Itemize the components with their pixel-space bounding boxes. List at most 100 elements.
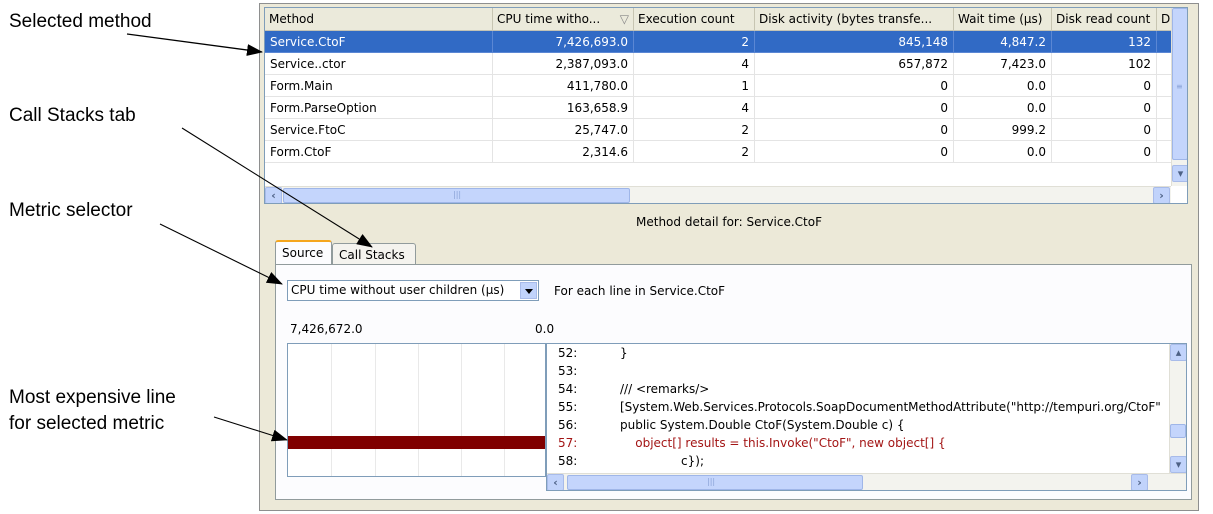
cell-cpu-time: 2,387,093.0 <box>493 53 634 75</box>
scale-max-label: 7,426,672.0 <box>290 322 363 336</box>
column-header-method[interactable]: Method <box>265 8 493 30</box>
code-line[interactable]: 57: object[] results = this.Invoke("CtoF… <box>547 434 1167 452</box>
grid-vertical-grip: ≡ <box>1176 82 1183 91</box>
table-row[interactable]: Form.ParseOption 163,658.9 4 0 0.0 0 <box>265 97 1177 120</box>
callout-most-expensive-line: Most expensive line <box>9 387 176 408</box>
source-code-view[interactable]: 52:} 53: 54: /// <remarks/> 55: [System.Web.S… <box>546 343 1187 491</box>
cell-wait-time: 999.2 <box>954 119 1052 141</box>
code-vertical-scrollbar[interactable]: ▴ ▾ <box>1169 344 1186 473</box>
table-row[interactable]: Service.FtoC 25,747.0 2 0 999.2 0 <box>265 119 1177 142</box>
cell-disk-read-count: 0 <box>1052 119 1157 141</box>
line-number: 52: <box>558 346 578 360</box>
grid-vertical-scrollbar[interactable]: ≡ ▾ <box>1171 8 1187 186</box>
metric-select-value: CPU time without user children (µs) <box>291 283 505 297</box>
cell-disk-activity: 657,872 <box>755 53 954 75</box>
callout-selected-method: Selected method <box>9 11 152 32</box>
dropdown-arrow-icon[interactable] <box>520 282 537 299</box>
bar-gridline <box>504 344 505 476</box>
line-number: 56: <box>558 418 578 432</box>
cell-method: Form.Main <box>265 75 493 97</box>
scroll-down-icon[interactable]: ▾ <box>1172 165 1187 182</box>
cell-cpu-time: 25,747.0 <box>493 119 634 141</box>
line-text: [System.Web.Services.Protocols.SoapDocum… <box>620 400 1161 414</box>
tab-call-stacks[interactable]: Call Stacks <box>332 243 416 265</box>
tab-source[interactable]: Source <box>275 240 332 265</box>
line-cost-bars <box>287 343 546 477</box>
cell-method: Service.CtoF <box>265 31 493 53</box>
cell-disk-read-count: 102 <box>1052 53 1157 75</box>
cell-cpu-time: 163,658.9 <box>493 97 634 119</box>
scroll-right-icon[interactable]: › <box>1153 187 1170 203</box>
cell-wait-time: 0.0 <box>954 141 1052 163</box>
column-header-disk-activity[interactable]: Disk activity (bytes transfe... <box>755 8 954 30</box>
table-row[interactable]: Service..ctor 2,387,093.0 4 657,872 7,423.0 1… <box>265 53 1177 76</box>
cell-cpu-time: 7,426,693.0 <box>493 31 634 53</box>
cell-disk-read-count: 0 <box>1052 141 1157 163</box>
cell-execution-count: 4 <box>634 97 755 119</box>
scroll-left-icon[interactable]: ‹ <box>265 187 282 203</box>
callout-metric-selector: Metric selector <box>9 200 133 221</box>
code-line[interactable]: 55: [System.Web.Services.Protocols.SoapDo… <box>547 398 1167 416</box>
column-header-cpu-time-label: CPU time witho... <box>497 12 601 26</box>
column-header-disk-read-count[interactable]: Disk read count <box>1052 8 1157 30</box>
grid-horizontal-grip: ||| <box>453 190 462 199</box>
code-horizontal-grip: ||| <box>707 477 716 486</box>
cell-execution-count: 4 <box>634 53 755 75</box>
grid-header: Method CPU time witho... ▽ Execution coun… <box>265 8 1177 31</box>
cell-method: Service..ctor <box>265 53 493 75</box>
column-header-execution-count[interactable]: Execution count <box>634 8 755 30</box>
cell-disk-activity: 0 <box>755 75 954 97</box>
code-vertical-thumb[interactable] <box>1170 424 1186 438</box>
cell-execution-count: 2 <box>634 31 755 53</box>
cell-cpu-time: 411,780.0 <box>493 75 634 97</box>
bar-gridline <box>331 344 332 476</box>
method-grid: Method CPU time witho... ▽ Execution coun… <box>264 7 1188 204</box>
column-header-wait-time[interactable]: Wait time (µs) <box>954 8 1052 30</box>
table-row[interactable]: Form.Main 411,780.0 1 0 0.0 0 <box>265 75 1177 98</box>
line-number: 57: <box>558 436 578 450</box>
line-text: } <box>620 346 628 360</box>
line-text: object[] results = this.Invoke("CtoF", n… <box>620 436 946 450</box>
line-number: 53: <box>558 364 578 378</box>
bar-gridline <box>375 344 376 476</box>
code-line[interactable]: 53: <box>547 362 1167 380</box>
cell-disk-read-count: 0 <box>1052 97 1157 119</box>
line-cost-bar <box>288 436 545 449</box>
cell-wait-time: 4,847.2 <box>954 31 1052 53</box>
for-each-line-label: For each line in Service.CtoF <box>554 284 726 298</box>
table-row[interactable]: Form.CtoF 2,314.6 2 0 0.0 0 <box>265 141 1177 164</box>
code-line[interactable]: 52:} <box>547 344 1167 362</box>
cell-execution-count: 2 <box>634 141 755 163</box>
code-horizontal-scrollbar[interactable]: ‹ ||| › <box>547 473 1186 490</box>
cell-disk-activity: 0 <box>755 119 954 141</box>
metric-select[interactable]: CPU time without user children (µs) <box>287 280 539 301</box>
code-line[interactable]: 58: c}); <box>547 452 1167 470</box>
line-text: public System.Double CtoF(System.Double … <box>620 418 905 432</box>
cell-cpu-time: 2,314.6 <box>493 141 634 163</box>
scroll-down-icon[interactable]: ▾ <box>1170 456 1186 473</box>
cell-disk-read-count: 132 <box>1052 31 1157 53</box>
code-line[interactable]: 56: public System.Double CtoF(System.Doub… <box>547 416 1167 434</box>
column-header-cpu-time[interactable]: CPU time witho... ▽ <box>493 8 634 30</box>
scroll-up-icon[interactable]: ▴ <box>1170 344 1186 361</box>
cell-execution-count: 1 <box>634 75 755 97</box>
arrow-selected-method <box>126 33 263 56</box>
line-text: /// <remarks/> <box>620 382 710 396</box>
cell-disk-activity: 845,148 <box>755 31 954 53</box>
grid-horizontal-scrollbar[interactable]: ‹ ||| › <box>265 186 1171 203</box>
code-line[interactable]: 54: /// <remarks/> <box>547 380 1167 398</box>
method-detail-title: Method detail for: Service.CtoF <box>636 215 822 229</box>
bar-gridline <box>418 344 419 476</box>
cell-disk-activity: 0 <box>755 97 954 119</box>
line-number: 55: <box>558 400 578 414</box>
cell-method: Form.CtoF <box>265 141 493 163</box>
scale-min-label: 0.0 <box>535 322 555 336</box>
table-row[interactable]: Service.CtoF 7,426,693.0 2 845,148 4,847.2 13… <box>265 31 1177 54</box>
line-text: c}); <box>620 454 704 468</box>
callout-for-selected-metric: for selected metric <box>9 413 165 434</box>
scroll-left-icon[interactable]: ‹ <box>547 474 564 490</box>
sort-descending-icon: ▽ <box>619 12 629 26</box>
line-number: 58: <box>558 454 578 468</box>
cell-method: Form.ParseOption <box>265 97 493 119</box>
scroll-right-icon[interactable]: › <box>1131 474 1148 490</box>
